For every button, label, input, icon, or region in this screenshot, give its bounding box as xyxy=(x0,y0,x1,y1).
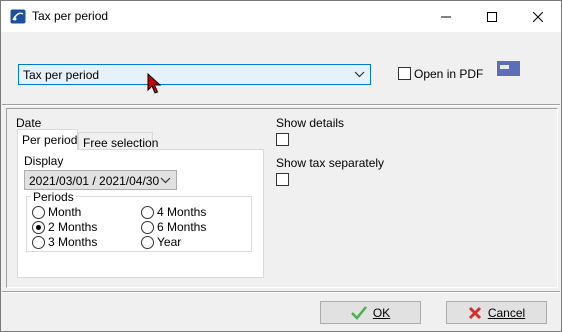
radio-6-months[interactable] xyxy=(141,221,154,234)
maximize-icon xyxy=(487,11,497,22)
app-icon xyxy=(10,9,26,24)
tab-label: Free selection xyxy=(83,136,159,150)
radio-4-months[interactable] xyxy=(141,206,154,219)
display-period-select[interactable]: 2021/03/01 / 2021/04/30 xyxy=(24,170,177,190)
divider xyxy=(2,291,560,293)
show-tax-separately-label: Show tax separately xyxy=(276,156,385,170)
radio-year[interactable] xyxy=(141,236,154,249)
periods-group-label: Periods xyxy=(31,190,76,204)
window-title: Tax per period xyxy=(32,9,109,23)
radio-3-months-label: 3 Months xyxy=(48,235,98,249)
cancel-button[interactable]: Cancel xyxy=(446,301,547,324)
radio-year-label: Year xyxy=(157,235,182,249)
open-in-pdf-checkbox[interactable] xyxy=(398,67,411,80)
radio-6-months-label: 6 Months xyxy=(157,220,207,234)
dialog-window: Tax per period Tax per period Open in PD… xyxy=(0,0,562,332)
chevron-down-icon xyxy=(160,177,171,184)
mouse-cursor-icon xyxy=(147,73,161,94)
display-label: Display xyxy=(24,154,64,168)
report-select[interactable]: Tax per period xyxy=(18,64,371,85)
divider xyxy=(2,104,560,106)
report-select-value: Tax per period xyxy=(23,68,100,82)
email-icon[interactable] xyxy=(497,61,520,76)
radio-2-months-label: 2 Months xyxy=(48,220,98,234)
tab-per-period[interactable]: Per period xyxy=(17,129,78,150)
ok-button-label: OK xyxy=(372,305,391,320)
radio-2-months[interactable] xyxy=(32,221,45,234)
radio-month[interactable] xyxy=(32,206,45,219)
radio-4-months-label: 4 Months xyxy=(157,205,207,219)
cancel-icon xyxy=(468,306,481,319)
show-details-checkbox[interactable] xyxy=(276,133,289,146)
maximize-button[interactable] xyxy=(469,1,515,32)
ok-button[interactable]: OK xyxy=(320,301,421,324)
title-bar[interactable]: Tax per period xyxy=(1,1,561,32)
minimize-button[interactable] xyxy=(423,1,469,32)
open-in-pdf-label: Open in PDF xyxy=(414,67,484,81)
close-button[interactable] xyxy=(515,1,561,32)
show-tax-separately-checkbox[interactable] xyxy=(276,173,289,186)
date-section-label: Date xyxy=(16,116,42,130)
radio-month-label: Month xyxy=(48,205,82,219)
minimize-icon xyxy=(441,16,451,17)
display-period-value: 2021/03/01 / 2021/04/30 xyxy=(29,174,160,188)
radio-3-months[interactable] xyxy=(32,236,45,249)
checkmark-icon xyxy=(350,305,367,320)
tab-label: Per period xyxy=(22,133,78,147)
close-icon xyxy=(533,11,543,22)
cancel-button-label: Cancel xyxy=(487,305,526,320)
show-details-label: Show details xyxy=(276,116,345,130)
chevron-down-icon xyxy=(354,71,365,78)
